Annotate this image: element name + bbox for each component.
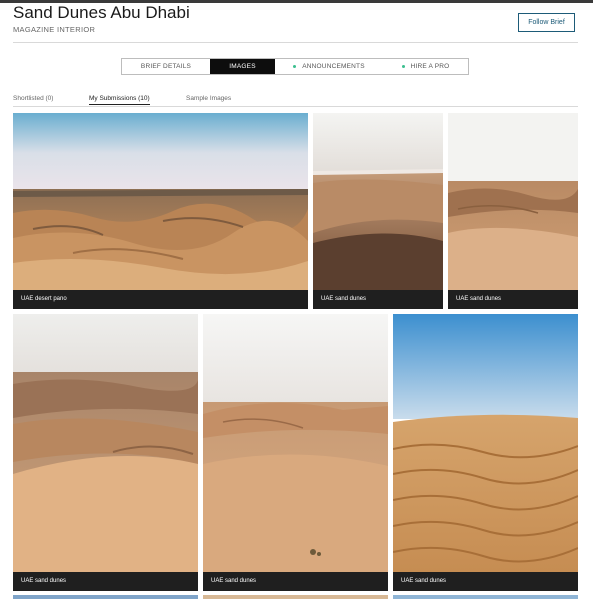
image-tile-partial[interactable] — [13, 595, 198, 599]
sand-dune-image — [393, 314, 578, 591]
tab-images[interactable]: IMAGES — [210, 59, 275, 74]
tab-label: HIRE A PRO — [410, 63, 450, 70]
image-tile[interactable]: UAE sand dunes — [393, 314, 578, 591]
header-divider — [13, 42, 578, 43]
tab-label: BRIEF DETAILS — [140, 63, 192, 70]
subtab-my-submissions[interactable]: My Submissions (10) — [89, 95, 150, 105]
page-title: Sand Dunes Abu Dhabi — [13, 3, 190, 22]
sand-dune-image — [13, 314, 198, 591]
image-tile[interactable]: UAE sand dunes — [448, 113, 578, 309]
sand-dune-image — [313, 113, 443, 309]
image-caption: UAE sand dunes — [448, 290, 578, 309]
subtabs-divider — [13, 106, 578, 107]
tab-announcements[interactable]: ANNOUNCEMENTS — [275, 59, 383, 74]
image-tile[interactable]: UAE desert pano — [13, 113, 308, 309]
desert-pano-image — [13, 113, 308, 309]
image-caption: UAE sand dunes — [393, 572, 578, 591]
subtab-sample-images[interactable]: Sample Images — [186, 95, 231, 102]
image-caption: UAE desert pano — [13, 290, 308, 309]
tab-label: IMAGES — [229, 63, 256, 70]
status-dot-icon — [401, 65, 405, 68]
image-caption: UAE sand dunes — [13, 572, 198, 591]
status-dot-icon — [293, 65, 297, 68]
tab-brief-details[interactable]: BRIEF DETAILS — [122, 59, 210, 74]
follow-brief-button[interactable]: Follow Brief — [518, 13, 575, 32]
image-tile[interactable]: UAE sand dunes — [203, 314, 388, 591]
image-tile-partial[interactable] — [393, 595, 578, 599]
brief-tabs: BRIEF DETAILS IMAGES ANNOUNCEMENTS HIRE … — [121, 58, 469, 75]
image-tile[interactable]: UAE sand dunes — [13, 314, 198, 591]
subtab-shortlisted[interactable]: Shortlisted (0) — [13, 95, 53, 102]
page-subtitle: MAGAZINE INTERIOR — [13, 25, 96, 34]
image-tile-partial[interactable] — [203, 595, 388, 599]
tab-label: ANNOUNCEMENTS — [302, 63, 365, 70]
sand-dune-image — [203, 314, 388, 591]
image-tile[interactable]: UAE sand dunes — [313, 113, 443, 309]
tab-hire-a-pro[interactable]: HIRE A PRO — [383, 59, 468, 74]
image-caption: UAE sand dunes — [203, 572, 388, 591]
sand-dune-image — [448, 113, 578, 309]
image-caption: UAE sand dunes — [313, 290, 443, 309]
